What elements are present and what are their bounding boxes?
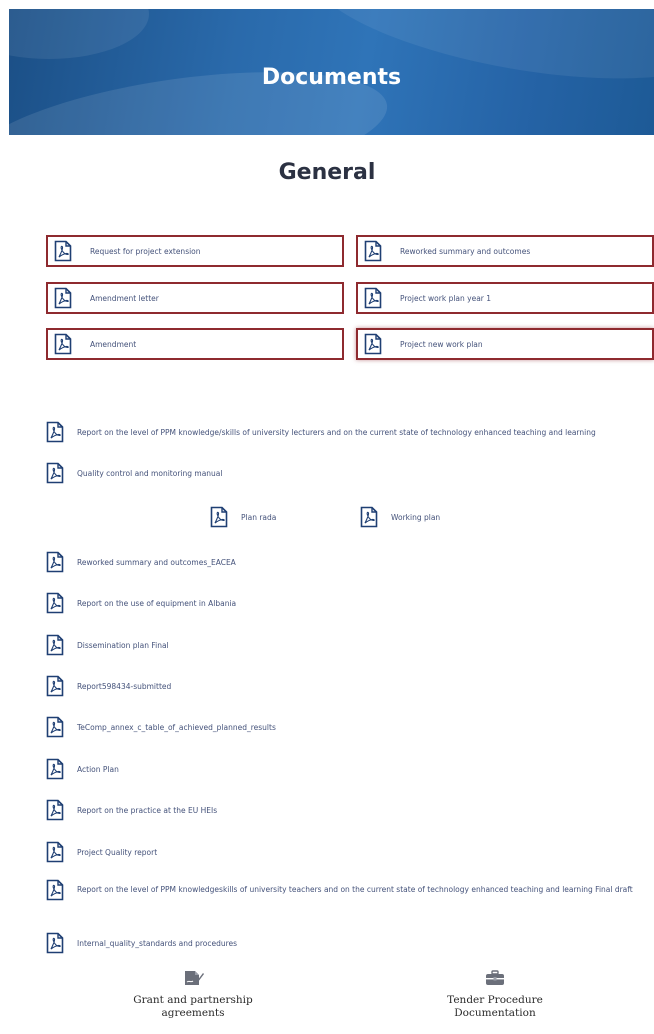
doc-link-work-plan-year-1[interactable]: Project work plan year 1 [356, 282, 654, 314]
doc-link-amendment-letter[interactable]: Amendment letter [46, 282, 344, 314]
doc-link-tecomp-annex[interactable]: TeComp_annex_c_table_of_achieved_planned… [46, 716, 276, 738]
doc-label: Report on the practice at the EU HEIs [77, 805, 218, 815]
pdf-file-icon [210, 506, 228, 528]
doc-label: Internal_quality_standards and procedure… [77, 938, 238, 948]
pdf-file-icon [364, 333, 382, 355]
doc-label: Quality control and monitoring manual [77, 468, 223, 478]
doc-label: Plan rada [241, 512, 277, 522]
doc-link-practice-eu[interactable]: Report on the practice at the EU HEIs [46, 799, 217, 821]
pdf-file-icon [46, 879, 64, 901]
pdf-file-icon [46, 551, 64, 573]
doc-link-reworked-summary[interactable]: Reworked summary and outcomes [356, 235, 654, 267]
pdf-file-icon [46, 462, 64, 484]
pdf-file-icon [360, 506, 378, 528]
doc-label: Project work plan year 1 [400, 293, 492, 303]
doc-label: Amendment [90, 339, 137, 349]
pdf-file-icon [46, 592, 64, 614]
doc-label: Project new work plan [400, 339, 483, 349]
doc-link-internal-standards[interactable]: Internal_quality_standards and procedure… [46, 932, 237, 954]
doc-label: Report on the level of PPM knowledge/ski… [77, 427, 596, 437]
doc-link-reworked-eacea[interactable]: Reworked summary and outcomes_EACEA [46, 551, 236, 573]
category-label-line1: Grant and partnership [133, 994, 253, 1006]
doc-link-plan-rada[interactable]: Plan rada [210, 506, 276, 528]
doc-link-project-new-work-plan[interactable]: Project new work plan [356, 328, 654, 360]
doc-label: Reworked summary and outcomes [400, 246, 531, 256]
page-title: Documents [261, 65, 402, 90]
category-label-line2: agreements [161, 1007, 225, 1019]
doc-label: Project Quality report [77, 847, 158, 857]
doc-label: Amendment letter [90, 293, 159, 303]
doc-link-report-ppm-lecturers[interactable]: Report on the level of PPM knowledge/ski… [46, 421, 596, 443]
pdf-file-icon [46, 841, 64, 863]
doc-label: Request for project extension [90, 246, 201, 256]
pdf-file-icon [46, 758, 64, 780]
category-label-line1: Tender Procedure [447, 994, 543, 1006]
doc-label: Report on the level of PPM knowledgeskil… [77, 885, 633, 894]
doc-link-working-plan[interactable]: Working plan [360, 506, 440, 528]
pdf-file-icon [364, 240, 382, 262]
category-tender-procedure[interactable]: Tender Procedure Documentation [425, 970, 565, 1020]
doc-label: Dissemination plan Final [77, 640, 169, 650]
briefcase-icon [484, 970, 506, 986]
doc-label: Reworked summary and outcomes_EACEA [77, 557, 236, 567]
doc-link-quality-report[interactable]: Project Quality report [46, 841, 157, 863]
doc-link-dissemination-plan[interactable]: Dissemination plan Final [46, 634, 169, 656]
doc-link-quality-manual[interactable]: Quality control and monitoring manual [46, 462, 222, 484]
pdf-file-icon [46, 932, 64, 954]
doc-link-amendment[interactable]: Amendment [46, 328, 344, 360]
pdf-file-icon [54, 287, 72, 309]
pdf-file-icon [46, 716, 64, 738]
category-label-line2: Documentation [454, 1007, 536, 1019]
doc-label: Working plan [391, 512, 441, 522]
doc-link-request-extension[interactable]: Request for project extension [46, 235, 344, 267]
pdf-file-icon [46, 421, 64, 443]
pdf-file-icon [46, 675, 64, 697]
pdf-file-icon [54, 240, 72, 262]
doc-link-report-final-draft[interactable]: Report on the level of PPM knowledgeskil… [46, 879, 646, 901]
page-banner: Documents [9, 9, 654, 135]
doc-label: Report on the use of equipment in Albani… [77, 598, 237, 608]
doc-link-action-plan[interactable]: Action Plan [46, 758, 119, 780]
pdf-file-icon [364, 287, 382, 309]
category-grant-agreements[interactable]: Grant and partnership agreements [118, 970, 268, 1020]
section-title-general: General [278, 160, 376, 185]
pdf-file-icon [54, 333, 72, 355]
pdf-file-icon [46, 634, 64, 656]
doc-label: TeComp_annex_c_table_of_achieved_planned… [77, 722, 276, 732]
pdf-file-icon [46, 799, 64, 821]
doc-link-report-submitted[interactable]: Report598434-submitted [46, 675, 171, 697]
signed-document-icon [182, 970, 204, 986]
doc-label: Action Plan [77, 764, 119, 774]
doc-link-equipment-albania[interactable]: Report on the use of equipment in Albani… [46, 592, 236, 614]
doc-label: Report598434-submitted [77, 681, 172, 691]
